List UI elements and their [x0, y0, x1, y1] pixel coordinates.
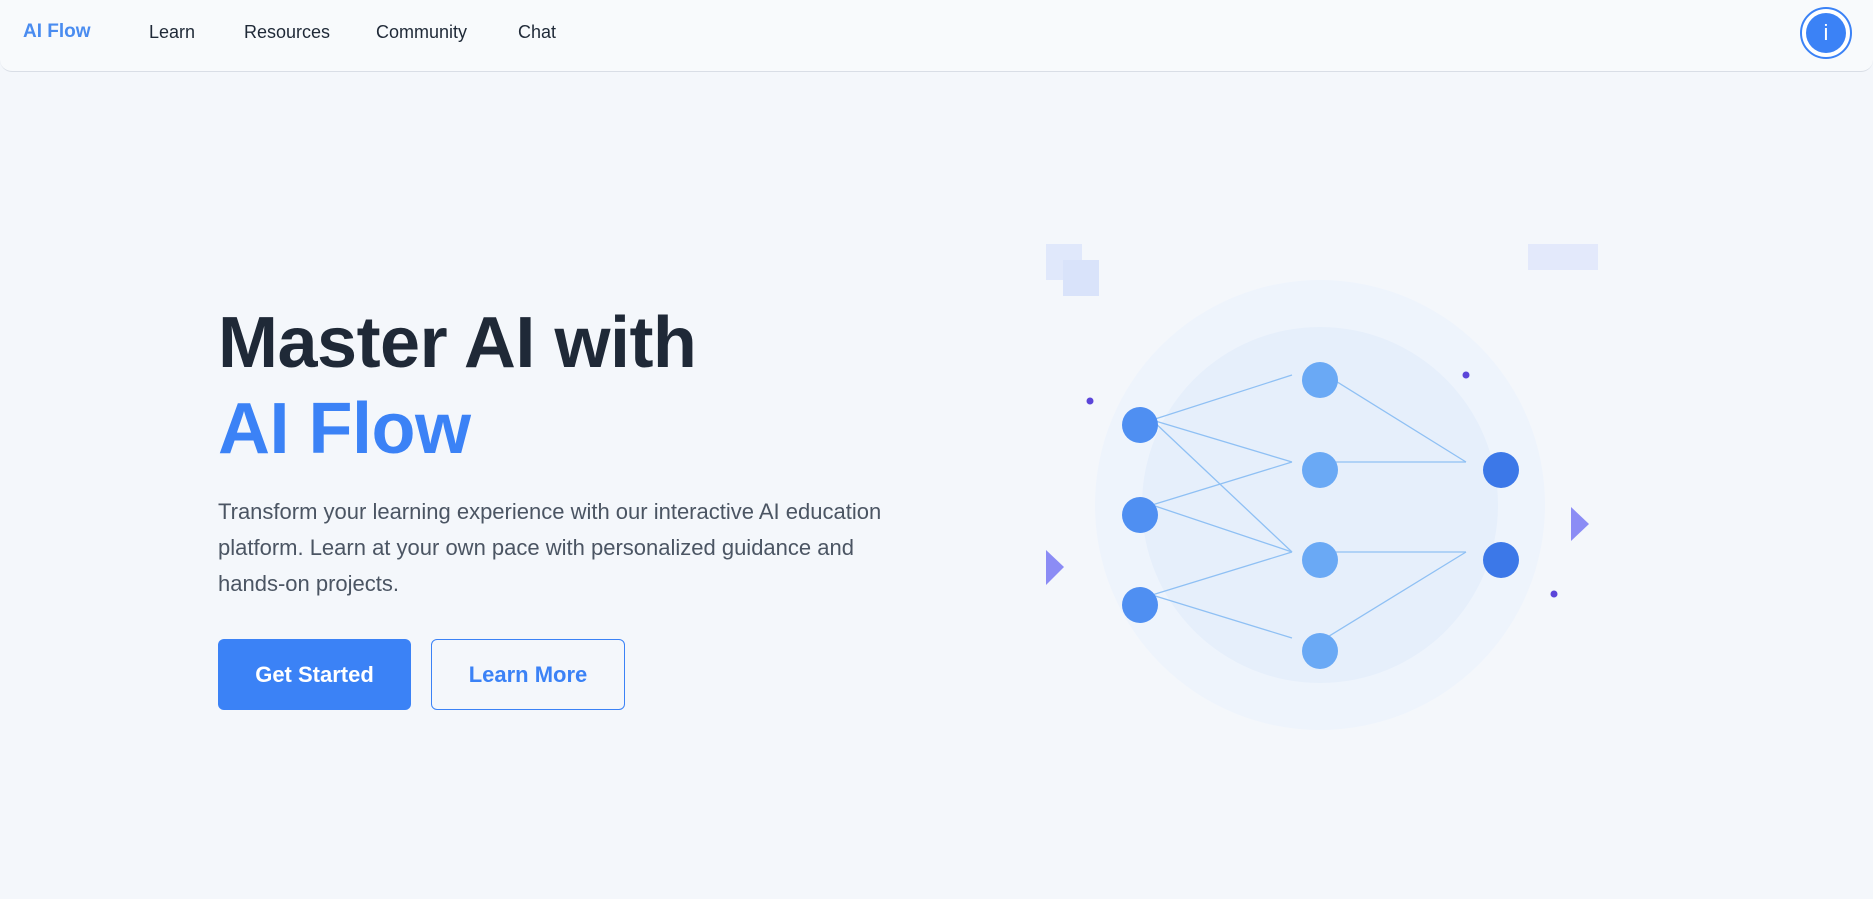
decor-square-2 [1063, 260, 1099, 296]
decor-triangle-left [1046, 550, 1064, 585]
get-started-button[interactable]: Get Started [218, 639, 411, 710]
nav-link-resources[interactable]: Resources [244, 22, 330, 43]
decor-rect-3 [1528, 244, 1598, 270]
hero-title: Master AI with AI Flow [218, 300, 938, 472]
network-node-hidden-3 [1302, 542, 1338, 578]
neural-network-illustration [1046, 244, 1598, 730]
network-node-hidden-4 [1302, 633, 1338, 669]
nav-link-learn[interactable]: Learn [149, 22, 195, 43]
info-button[interactable]: i [1800, 7, 1852, 59]
hero-section: Master AI with AI Flow Transform your le… [218, 300, 938, 602]
hero-title-accent: AI Flow [218, 389, 471, 469]
nav-link-community[interactable]: Community [376, 22, 467, 43]
hero-title-line1: Master AI with [218, 303, 697, 383]
network-node-hidden-1 [1302, 362, 1338, 398]
decor-dot-3 [1550, 590, 1558, 598]
network-node-output-2 [1483, 542, 1519, 578]
info-icon: i [1806, 13, 1846, 53]
decor-dot-1 [1086, 397, 1094, 405]
network-node-input-3 [1122, 587, 1158, 623]
nav-link-chat[interactable]: Chat [518, 22, 556, 43]
network-node-hidden-2 [1302, 452, 1338, 488]
decor-triangle-right [1571, 507, 1589, 541]
network-node-input-2 [1122, 497, 1158, 533]
network-node-output-1 [1483, 452, 1519, 488]
brand-logo[interactable]: AI Flow [23, 21, 91, 43]
learn-more-button[interactable]: Learn More [431, 639, 625, 710]
top-navbar: AI Flow Learn Resources Community Chat i [0, 0, 1873, 72]
hero-description: Transform your learning experience with … [218, 499, 882, 596]
network-node-input-1 [1122, 407, 1158, 443]
decor-dot-2 [1462, 371, 1470, 379]
